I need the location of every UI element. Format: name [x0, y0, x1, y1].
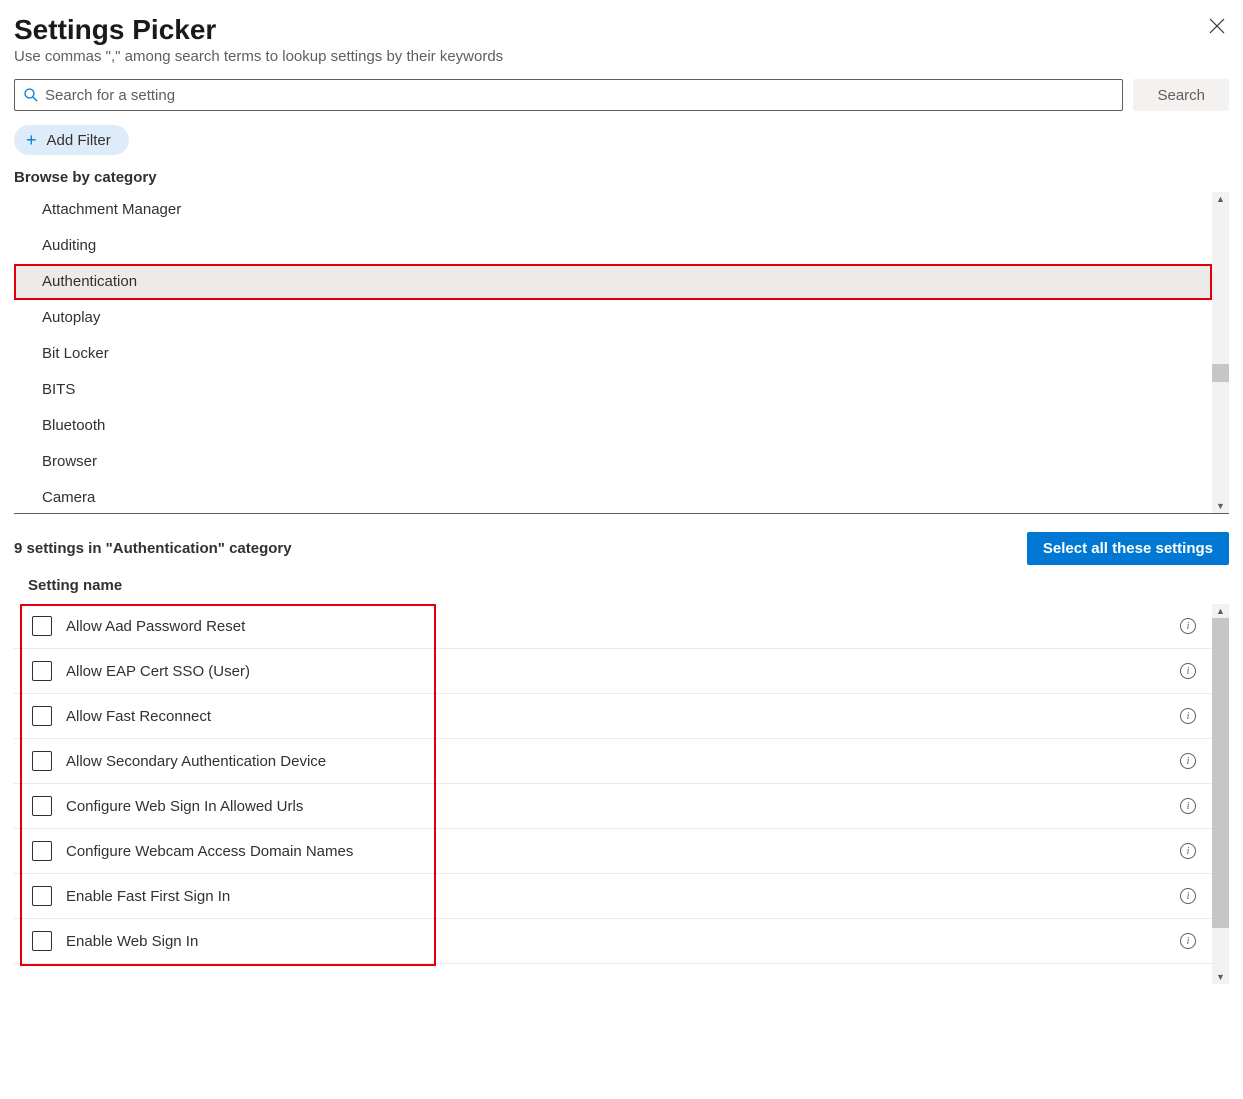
plus-icon: +	[26, 131, 37, 149]
setting-name-label: Enable Web Sign In	[66, 933, 1180, 950]
scroll-down-icon[interactable]: ▼	[1216, 970, 1225, 984]
scroll-up-icon[interactable]: ▲	[1216, 604, 1225, 618]
setting-checkbox[interactable]	[32, 616, 52, 636]
category-item[interactable]: Authentication	[14, 264, 1212, 300]
info-icon[interactable]: i	[1180, 663, 1196, 679]
settings-scrollbar[interactable]: ▲ ▼	[1212, 604, 1229, 984]
search-input[interactable]	[39, 87, 1114, 104]
setting-row[interactable]: Configure Webcam Access Domain Namesi	[14, 829, 1212, 874]
scroll-up-icon[interactable]: ▲	[1216, 192, 1225, 206]
select-all-button[interactable]: Select all these settings	[1027, 532, 1229, 565]
setting-row[interactable]: Allow Secondary Authentication Devicei	[14, 739, 1212, 784]
browse-category-label: Browse by category	[14, 169, 1229, 186]
setting-checkbox[interactable]	[32, 886, 52, 906]
setting-checkbox[interactable]	[32, 931, 52, 951]
category-item[interactable]: BITS	[14, 372, 1212, 408]
settings-list: Allow Aad Password ResetiAllow EAP Cert …	[14, 604, 1212, 984]
setting-name-label: Allow Aad Password Reset	[66, 618, 1180, 635]
search-button[interactable]: Search	[1133, 79, 1229, 111]
category-item[interactable]: Auditing	[14, 228, 1212, 264]
setting-checkbox[interactable]	[32, 661, 52, 681]
setting-row[interactable]: Allow Aad Password Reseti	[14, 604, 1212, 649]
info-icon[interactable]: i	[1180, 708, 1196, 724]
add-filter-button[interactable]: + Add Filter	[14, 125, 129, 155]
category-item[interactable]: Camera	[14, 480, 1212, 513]
info-icon[interactable]: i	[1180, 843, 1196, 859]
scrollbar-thumb[interactable]	[1212, 364, 1229, 382]
setting-row[interactable]: Enable Fast First Sign Ini	[14, 874, 1212, 919]
close-button[interactable]	[1205, 14, 1229, 42]
add-filter-label: Add Filter	[47, 132, 111, 149]
scroll-down-icon[interactable]: ▼	[1216, 499, 1225, 513]
category-list: Attachment ManagerAuditingAuthentication…	[14, 192, 1212, 513]
page-subtitle: Use commas "," among search terms to loo…	[14, 48, 503, 65]
setting-checkbox[interactable]	[32, 841, 52, 861]
category-item[interactable]: Browser	[14, 444, 1212, 480]
setting-row[interactable]: Allow EAP Cert SSO (User)i	[14, 649, 1212, 694]
setting-checkbox[interactable]	[32, 751, 52, 771]
category-item[interactable]: Autoplay	[14, 300, 1212, 336]
column-header-setting-name: Setting name	[14, 577, 1229, 604]
setting-row[interactable]: Configure Web Sign In Allowed Urlsi	[14, 784, 1212, 829]
setting-name-label: Allow Secondary Authentication Device	[66, 753, 1180, 770]
search-icon	[23, 87, 39, 103]
results-count: 9 settings in "Authentication" category	[14, 540, 292, 557]
category-item[interactable]: Bit Locker	[14, 336, 1212, 372]
setting-row[interactable]: Enable Web Sign Ini	[14, 919, 1212, 964]
setting-checkbox[interactable]	[32, 796, 52, 816]
setting-row[interactable]: Allow Fast Reconnecti	[14, 694, 1212, 739]
info-icon[interactable]: i	[1180, 933, 1196, 949]
search-box[interactable]	[14, 79, 1123, 111]
info-icon[interactable]: i	[1180, 753, 1196, 769]
page-title: Settings Picker	[14, 14, 503, 46]
close-icon	[1209, 18, 1225, 34]
info-icon[interactable]: i	[1180, 798, 1196, 814]
setting-name-label: Configure Web Sign In Allowed Urls	[66, 798, 1180, 815]
category-scrollbar[interactable]: ▲ ▼	[1212, 192, 1229, 513]
scrollbar-thumb[interactable]	[1212, 618, 1229, 928]
category-item[interactable]: Bluetooth	[14, 408, 1212, 444]
setting-name-label: Configure Webcam Access Domain Names	[66, 843, 1180, 860]
setting-name-label: Enable Fast First Sign In	[66, 888, 1180, 905]
info-icon[interactable]: i	[1180, 888, 1196, 904]
setting-name-label: Allow Fast Reconnect	[66, 708, 1180, 725]
category-item[interactable]: Attachment Manager	[14, 192, 1212, 228]
setting-name-label: Allow EAP Cert SSO (User)	[66, 663, 1180, 680]
setting-checkbox[interactable]	[32, 706, 52, 726]
info-icon[interactable]: i	[1180, 618, 1196, 634]
